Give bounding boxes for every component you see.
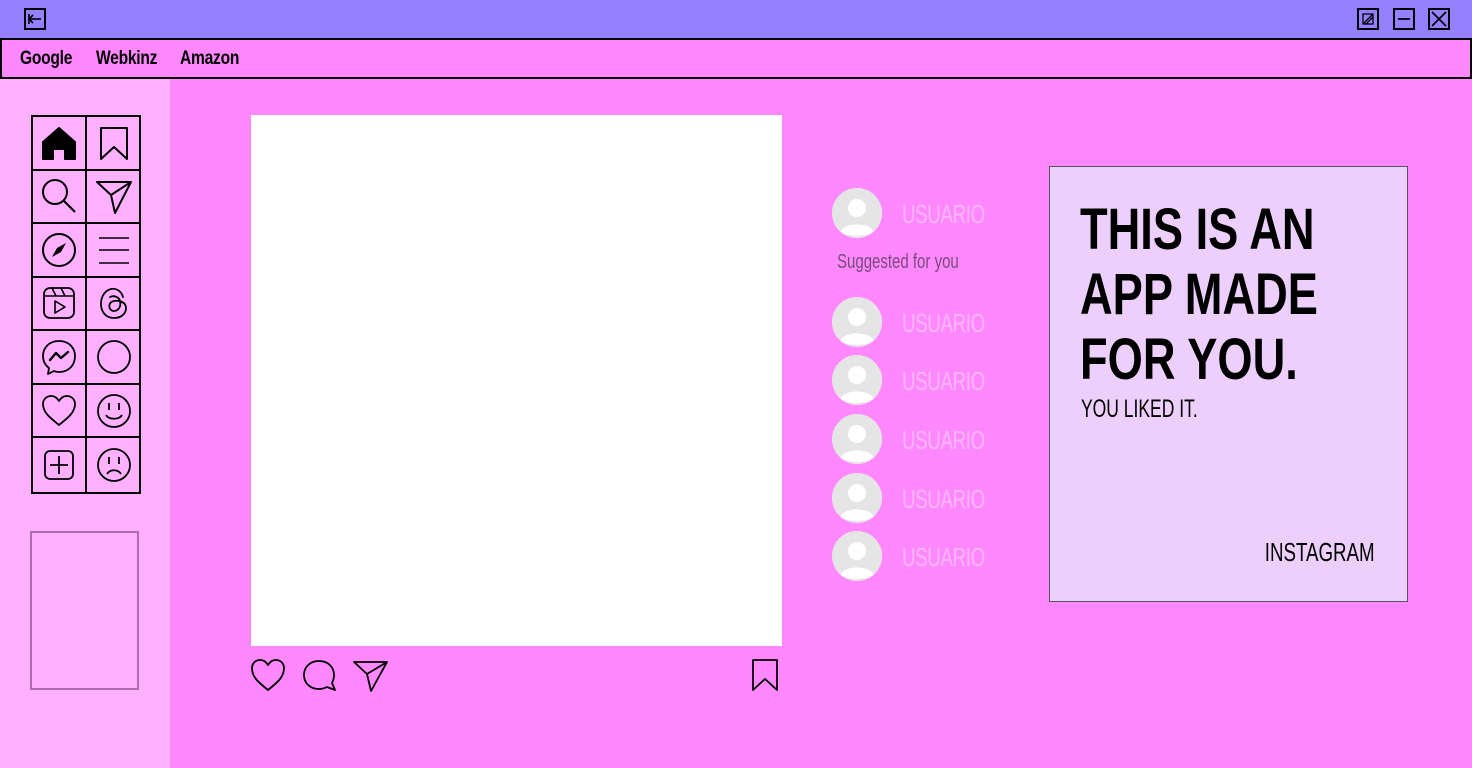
nav-home[interactable] — [33, 117, 87, 171]
minimize-icon — [1398, 18, 1410, 20]
nav-reels[interactable] — [33, 277, 87, 332]
sad-icon — [97, 448, 131, 483]
share-icon — [353, 661, 388, 692]
close-icon — [1431, 11, 1447, 27]
nav-direct[interactable] — [87, 171, 141, 225]
username: USUARIO — [902, 366, 985, 396]
nav-grid — [31, 115, 141, 494]
username: USUARIO — [902, 542, 985, 572]
avatar — [832, 473, 882, 523]
suggested-title: Suggested for you — [837, 251, 959, 273]
share-button[interactable] — [351, 656, 389, 694]
heart-icon — [42, 394, 76, 426]
suggested-user[interactable]: USUARIO — [832, 414, 992, 466]
nav-notifications[interactable] — [33, 384, 87, 439]
title-bar — [0, 0, 1472, 38]
promo-card: THIS IS AN APP MADE FOR YOU. YOU LIKED I… — [1049, 166, 1408, 602]
user-icon — [832, 188, 882, 238]
nav-threads[interactable] — [87, 278, 141, 332]
back-button[interactable] — [24, 8, 46, 30]
username: USUARIO — [902, 199, 985, 229]
suggested-user[interactable]: USUARIO — [832, 355, 992, 407]
user-icon — [832, 473, 882, 523]
nav-more[interactable] — [87, 224, 141, 278]
comment-icon — [303, 660, 336, 691]
promo-subtitle: YOU LIKED IT. — [1081, 395, 1198, 423]
current-user[interactable]: USUARIO — [832, 188, 992, 240]
add-icon — [44, 450, 74, 481]
nav-messenger[interactable] — [33, 331, 87, 385]
post-image[interactable] — [251, 115, 782, 646]
threads-icon — [100, 288, 127, 320]
bookmark-google[interactable]: Google — [20, 48, 72, 70]
user-icon — [832, 531, 882, 581]
promo-line: THIS IS AN — [1080, 197, 1315, 262]
nav-create[interactable] — [33, 438, 87, 492]
compass-icon — [42, 232, 76, 267]
reels-icon — [43, 287, 75, 320]
avatar — [832, 188, 882, 238]
arrow-left-icon — [27, 14, 41, 24]
messenger-icon — [42, 340, 76, 375]
nav-happy[interactable] — [87, 385, 141, 439]
nav-sad[interactable] — [87, 438, 141, 492]
promo-headline: THIS IS AN APP MADE FOR YOU. — [1080, 197, 1337, 392]
nav-profile[interactable] — [87, 331, 141, 385]
user-icon — [832, 355, 882, 405]
promo-brand: INSTAGRAM — [1265, 537, 1375, 567]
user-icon — [832, 297, 882, 347]
bookmark-amazon[interactable]: Amazon — [180, 48, 239, 70]
suggested-user[interactable]: USUARIO — [832, 531, 992, 583]
nav-search[interactable] — [33, 170, 87, 225]
username: USUARIO — [902, 484, 985, 514]
avatar — [832, 414, 882, 464]
comment-button[interactable] — [300, 656, 338, 694]
avatar — [832, 531, 882, 581]
promo-line: APP MADE — [1080, 262, 1318, 327]
avatar — [832, 297, 882, 347]
nav-explore[interactable] — [33, 224, 87, 278]
user-icon — [832, 414, 882, 464]
suggested-user[interactable]: USUARIO — [832, 473, 992, 525]
close-button[interactable] — [1428, 8, 1450, 30]
suggested-user[interactable]: USUARIO — [832, 297, 992, 349]
username: USUARIO — [902, 425, 985, 455]
bookmark-webkinz[interactable]: Webkinz — [96, 48, 157, 70]
smile-icon — [97, 393, 131, 428]
home-icon — [42, 126, 76, 160]
bookmark-icon — [752, 659, 778, 691]
username: USUARIO — [902, 308, 985, 338]
promo-line: FOR YOU. — [1080, 327, 1298, 392]
send-icon — [96, 181, 132, 215]
avatar — [832, 355, 882, 405]
bookmark-icon — [100, 126, 128, 160]
save-button[interactable] — [746, 656, 784, 694]
like-icon — [251, 659, 285, 691]
search-icon — [42, 179, 76, 214]
menu-icon — [99, 237, 129, 264]
minimize-button[interactable] — [1393, 8, 1415, 30]
circle-icon — [97, 340, 131, 374]
restore-button[interactable] — [1357, 8, 1379, 30]
bookmarks-bar: Google Webkinz Amazon — [0, 38, 1472, 79]
nav-saved[interactable] — [87, 117, 141, 171]
like-button[interactable] — [249, 656, 287, 694]
sidebar-panel — [30, 531, 139, 690]
restore-icon — [1362, 13, 1374, 25]
